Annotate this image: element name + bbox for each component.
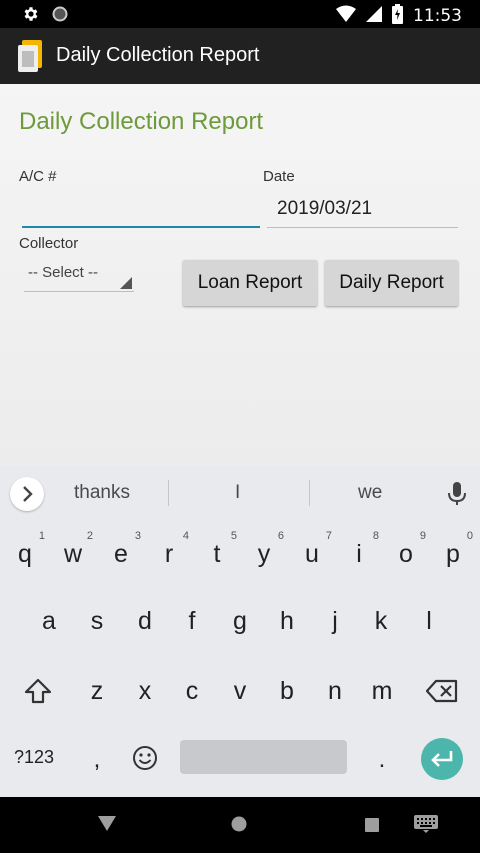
app-title: Daily Collection Report bbox=[56, 44, 260, 66]
app-logo-icon bbox=[18, 40, 44, 72]
home-circle-icon[interactable] bbox=[231, 816, 247, 836]
key-hint: 5 bbox=[230, 530, 237, 542]
key-g[interactable]: g bbox=[216, 592, 264, 650]
suggestion-3[interactable]: we bbox=[358, 482, 382, 504]
settings-gear-icon bbox=[22, 5, 40, 27]
battery-charging-icon bbox=[392, 4, 403, 28]
navigation-bar bbox=[0, 797, 480, 853]
status-time: 11:53 bbox=[413, 6, 462, 26]
shift-key[interactable] bbox=[14, 662, 62, 720]
suggestion-divider bbox=[168, 480, 169, 506]
key-z[interactable]: z bbox=[73, 662, 121, 720]
soft-keyboard: thanks I we q1 w2 e3 r4 t5 y6 u7 i8 o9 p… bbox=[0, 466, 480, 797]
key-hint: 7 bbox=[325, 530, 332, 542]
key-f[interactable]: f bbox=[168, 592, 216, 650]
suggestion-2[interactable]: I bbox=[235, 482, 240, 504]
key-c[interactable]: c bbox=[168, 662, 216, 720]
key-w[interactable]: w2 bbox=[49, 525, 97, 583]
form-panel: Daily Collection Report A/C # Date 2019/… bbox=[0, 84, 480, 466]
key-q[interactable]: q1 bbox=[1, 525, 49, 583]
microphone-icon[interactable] bbox=[446, 482, 468, 510]
key-r[interactable]: r4 bbox=[145, 525, 193, 583]
backspace-key[interactable] bbox=[418, 662, 466, 720]
expand-toolbar-button[interactable] bbox=[10, 477, 44, 511]
key-a[interactable]: a bbox=[25, 592, 73, 650]
enter-key[interactable] bbox=[421, 738, 463, 780]
key-m[interactable]: m bbox=[358, 662, 406, 720]
key-letter: t bbox=[213, 540, 221, 568]
suggestion-divider bbox=[309, 480, 310, 506]
key-letter: i bbox=[356, 540, 362, 568]
key-t[interactable]: t5 bbox=[193, 525, 241, 583]
period-key[interactable]: . bbox=[358, 731, 406, 789]
key-hint: 2 bbox=[86, 530, 93, 542]
spacebar[interactable] bbox=[180, 740, 347, 774]
key-letter: o bbox=[399, 540, 413, 568]
account-number-input[interactable] bbox=[22, 196, 260, 228]
key-hint: 9 bbox=[419, 530, 426, 542]
key-i[interactable]: i8 bbox=[335, 525, 383, 583]
back-triangle-icon[interactable] bbox=[98, 816, 116, 836]
page-title: Daily Collection Report bbox=[19, 108, 264, 135]
shift-arrow-icon bbox=[24, 678, 52, 704]
key-x[interactable]: x bbox=[121, 662, 169, 720]
key-o[interactable]: o9 bbox=[382, 525, 430, 583]
date-field[interactable]: 2019/03/21 bbox=[267, 196, 458, 228]
chevron-right-icon bbox=[23, 486, 33, 502]
key-hint: 0 bbox=[466, 530, 473, 542]
key-letter: y bbox=[257, 540, 271, 568]
key-letter: p bbox=[446, 540, 460, 568]
cellular-signal-icon bbox=[366, 5, 382, 27]
key-k[interactable]: k bbox=[357, 592, 405, 650]
key-n[interactable]: n bbox=[311, 662, 359, 720]
key-hint: 3 bbox=[134, 530, 141, 542]
key-hint: 1 bbox=[38, 530, 45, 542]
suggestion-strip: thanks I we bbox=[0, 466, 480, 520]
key-letter: q bbox=[18, 540, 32, 568]
key-j[interactable]: j bbox=[311, 592, 359, 650]
key-b[interactable]: b bbox=[263, 662, 311, 720]
dropdown-arrow-icon bbox=[120, 277, 132, 289]
comma-key[interactable]: , bbox=[73, 731, 121, 789]
key-y[interactable]: y6 bbox=[240, 525, 288, 583]
collector-select[interactable]: -- Select -- bbox=[24, 264, 134, 292]
emoji-smiley-icon bbox=[133, 746, 157, 770]
keyboard-switch-icon[interactable] bbox=[414, 815, 438, 837]
collector-selected-value: -- Select -- bbox=[28, 264, 99, 281]
wifi-icon bbox=[336, 5, 356, 27]
backspace-icon bbox=[425, 679, 458, 703]
date-label: Date bbox=[263, 168, 295, 185]
key-h[interactable]: h bbox=[263, 592, 311, 650]
status-bar: 11:53 bbox=[0, 0, 480, 28]
key-d[interactable]: d bbox=[121, 592, 169, 650]
symbols-key[interactable]: ?123 bbox=[14, 747, 54, 768]
key-letter: e bbox=[114, 540, 128, 568]
notification-circle-icon bbox=[52, 6, 68, 26]
key-hint: 4 bbox=[182, 530, 189, 542]
account-number-label: A/C # bbox=[19, 168, 57, 185]
key-v[interactable]: v bbox=[216, 662, 264, 720]
key-letter: u bbox=[305, 540, 319, 568]
enter-arrow-icon bbox=[431, 751, 453, 767]
key-u[interactable]: u7 bbox=[288, 525, 336, 583]
key-letter: w bbox=[63, 540, 83, 568]
suggestion-1[interactable]: thanks bbox=[74, 482, 130, 504]
key-e[interactable]: e3 bbox=[97, 525, 145, 583]
recents-square-icon[interactable] bbox=[365, 817, 379, 836]
key-letter: r bbox=[164, 540, 174, 568]
key-s[interactable]: s bbox=[73, 592, 121, 650]
app-bar: Daily Collection Report bbox=[0, 28, 480, 84]
emoji-key[interactable] bbox=[132, 745, 158, 775]
collector-label: Collector bbox=[19, 235, 79, 252]
key-hint: 6 bbox=[277, 530, 284, 542]
loan-report-button[interactable]: Loan Report bbox=[183, 260, 317, 306]
key-hint: 8 bbox=[372, 530, 379, 542]
key-p[interactable]: p0 bbox=[429, 525, 477, 583]
key-l[interactable]: l bbox=[405, 592, 453, 650]
daily-report-button[interactable]: Daily Report bbox=[325, 260, 458, 306]
